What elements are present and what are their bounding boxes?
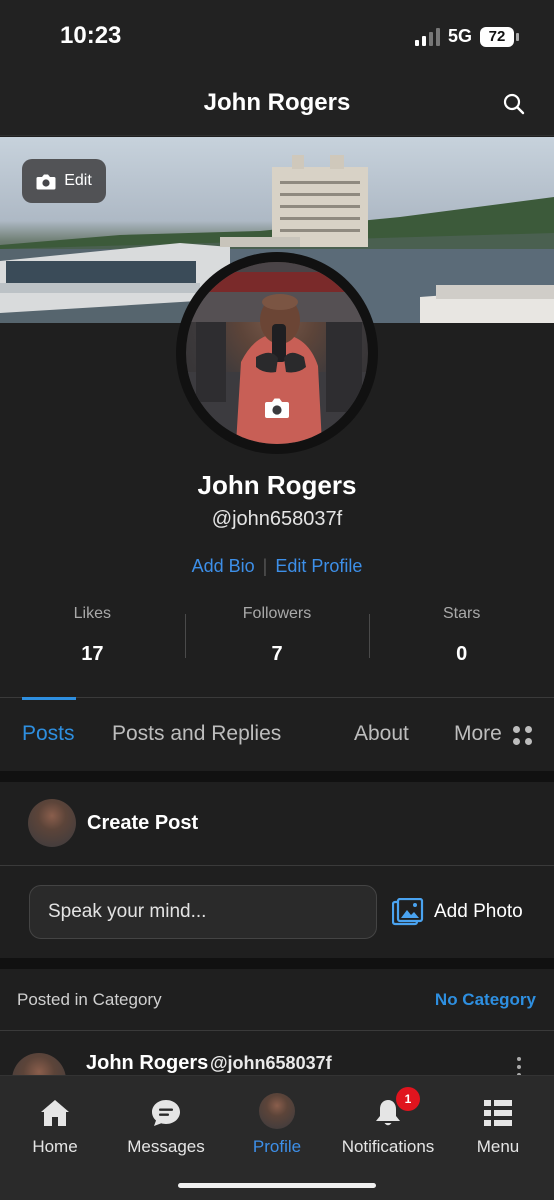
cover-edit-button[interactable]: Edit <box>22 159 106 203</box>
stat-value: 17 <box>81 643 104 665</box>
menu-list-icon <box>484 1100 512 1126</box>
stat-label: Stars <box>443 605 481 622</box>
create-post-title: Create Post <box>87 812 199 834</box>
grid-dots-icon[interactable] <box>513 726 533 746</box>
nav-messages[interactable]: Messages <box>111 1076 221 1176</box>
post-author[interactable]: John Rogers <box>86 1052 208 1075</box>
photo-icon <box>392 898 424 926</box>
battery-icon: 72 <box>480 26 519 47</box>
nav-label: Profile <box>252 1137 302 1156</box>
notification-badge: 1 <box>396 1087 420 1111</box>
camera-icon <box>36 174 56 189</box>
search-icon[interactable] <box>502 92 526 116</box>
category-select[interactable]: No Category <box>435 990 536 1010</box>
status-time: 10:23 <box>60 22 122 49</box>
stat-label: Followers <box>242 605 312 622</box>
bottom-nav: Home Messages Profile 1 Notifications Me… <box>0 1075 554 1200</box>
post-handle: @john658037f <box>210 1053 332 1073</box>
create-post-header[interactable]: Create Post <box>0 782 554 866</box>
home-icon <box>41 1100 69 1126</box>
avatar <box>259 1093 295 1129</box>
nav-label: Notifications <box>341 1137 435 1156</box>
link-separator: | <box>262 556 268 576</box>
nav-label: Messages <box>127 1137 205 1156</box>
section-divider <box>0 771 554 782</box>
avatar <box>28 799 76 847</box>
post-composer: Add Photo <box>0 866 554 958</box>
tab-about[interactable]: About <box>354 722 409 746</box>
stat-value: 7 <box>271 643 283 665</box>
nav-label: Home <box>32 1137 78 1156</box>
home-indicator[interactable] <box>178 1183 376 1188</box>
stat-likes[interactable]: Likes 17 <box>0 600 185 670</box>
avatar-camera-icon[interactable] <box>264 397 290 419</box>
header: John Rogers <box>0 70 554 136</box>
stat-followers[interactable]: Followers 7 <box>184 600 370 670</box>
tab-posts[interactable]: Posts <box>22 722 75 746</box>
stat-label: Likes <box>73 605 112 622</box>
edit-profile-link[interactable]: Edit Profile <box>275 556 362 576</box>
status-indicators: 5G 72 <box>414 26 519 47</box>
section-divider <box>0 958 554 969</box>
profile-stats: Likes 17 Followers 7 Stars 0 <box>0 600 554 670</box>
status-bar: 10:23 5G 72 <box>0 0 554 70</box>
nav-notifications[interactable]: 1 Notifications <box>333 1076 443 1176</box>
chat-bubble-icon <box>152 1100 180 1126</box>
nav-label: Menu <box>476 1137 520 1156</box>
signal-icon <box>414 27 440 46</box>
profile-tabs: Posts Posts and Replies About More <box>0 697 554 771</box>
add-bio-link[interactable]: Add Bio <box>192 556 255 576</box>
tab-more[interactable]: More <box>454 722 502 746</box>
cover-edit-label: Edit <box>64 172 92 189</box>
profile-handle: @john658037f <box>211 508 343 530</box>
network-type: 5G <box>447 26 472 46</box>
category-label: Posted in Category <box>17 990 162 1009</box>
profile-links: Add Bio | Edit Profile <box>0 556 554 577</box>
tab-posts-and-replies[interactable]: Posts and Replies <box>112 722 281 746</box>
nav-profile[interactable]: Profile <box>222 1076 332 1176</box>
add-photo-label: Add Photo <box>434 901 523 922</box>
add-photo-button[interactable]: Add Photo <box>392 898 523 926</box>
stat-stars[interactable]: Stars 0 <box>369 600 554 670</box>
profile-name: John Rogers <box>197 470 357 500</box>
stat-value: 0 <box>456 643 468 665</box>
page-title: John Rogers <box>203 89 351 116</box>
category-row: Posted in Category No Category <box>0 969 554 1031</box>
active-tab-indicator <box>22 697 76 700</box>
nav-home[interactable]: Home <box>0 1076 110 1176</box>
nav-menu[interactable]: Menu <box>443 1076 553 1176</box>
post-input[interactable] <box>29 885 377 939</box>
